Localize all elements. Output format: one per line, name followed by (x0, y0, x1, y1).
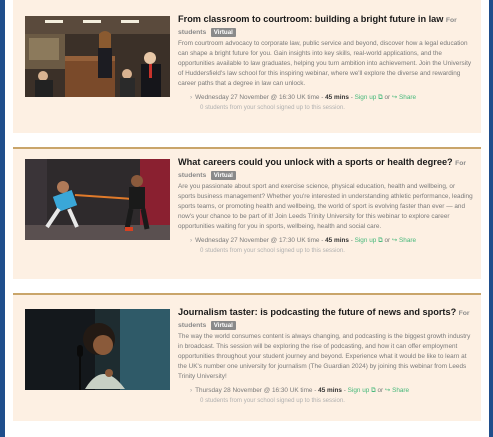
event-date: Thursday 28 November @ 16:30 UK time - (195, 387, 319, 394)
or-text: or (382, 94, 392, 101)
event-description: From courtroom advocacy to corporate law… (178, 40, 472, 87)
share-link[interactable]: ↪ Share (385, 387, 409, 394)
event-title[interactable]: Journalism taster: is podcasting the fut… (178, 307, 456, 317)
virtual-badge: Virtual (210, 28, 236, 37)
share-link[interactable]: ↪ Share (392, 237, 416, 244)
audience-for: For (445, 17, 457, 24)
event-card: From classroom to courtroom: building a … (13, 0, 481, 133)
event-title[interactable]: What careers could you unlock with a spo… (178, 157, 453, 167)
event-image-sports-training[interactable] (25, 159, 170, 240)
chevron-right-icon: › (190, 237, 193, 244)
share-arrow-icon: ↪ (384, 387, 391, 394)
audience-for: For (455, 160, 467, 167)
event-description: Are you passionate about sport and exerc… (178, 183, 473, 230)
event-content: From classroom to courtroom: building a … (178, 14, 473, 113)
event-duration: 45 mins (318, 387, 342, 394)
signup-link[interactable]: Sign up ⧉ (355, 237, 383, 244)
event-description: The way the world consumes content is al… (178, 333, 471, 380)
virtual-badge: Virtual (210, 171, 236, 180)
audience-students: students (178, 322, 207, 329)
event-duration: 45 mins (325, 237, 349, 244)
event-meta: › Thursday 28 November @ 16:30 UK time - … (178, 386, 473, 396)
event-meta: › Wednesday 27 November @ 16:30 UK time -… (178, 93, 473, 103)
audience-for: For (458, 310, 470, 317)
chevron-right-icon: › (190, 94, 193, 101)
signup-link[interactable]: Sign up ⧉ (348, 387, 376, 394)
event-title[interactable]: From classroom to courtroom: building a … (178, 14, 443, 24)
virtual-badge: Virtual (210, 321, 236, 330)
share-arrow-icon: ↪ (391, 237, 398, 244)
event-content: Journalism taster: is podcasting the fut… (178, 307, 473, 406)
events-list: From classroom to courtroom: building a … (5, 0, 489, 437)
event-date: Wednesday 27 November @ 16:30 UK time - (195, 94, 326, 101)
or-text: or (382, 237, 392, 244)
event-card: What careers could you unlock with a spo… (13, 147, 481, 279)
event-meta: › Wednesday 27 November @ 17:30 UK time -… (178, 236, 473, 246)
share-arrow-icon: ↪ (391, 94, 398, 101)
signed-up-count: 0 students from your school signed up to… (200, 104, 345, 111)
event-image-law-classroom[interactable] (25, 16, 170, 97)
chevron-right-icon: › (190, 387, 193, 394)
event-card: Journalism taster: is podcasting the fut… (13, 293, 481, 421)
audience-students: students (178, 172, 207, 179)
signed-up-count: 0 students from your school signed up to… (200, 247, 345, 254)
share-link[interactable]: ↪ Share (392, 94, 416, 101)
event-content: What careers could you unlock with a spo… (178, 157, 473, 256)
event-date: Wednesday 27 November @ 17:30 UK time - (195, 237, 326, 244)
signup-link[interactable]: Sign up ⧉ (355, 94, 383, 101)
event-image-podcasting[interactable] (25, 309, 170, 390)
or-text: or (375, 387, 385, 394)
signed-up-count: 0 students from your school signed up to… (200, 397, 345, 404)
event-duration: 45 mins (325, 94, 349, 101)
audience-students: students (178, 29, 207, 36)
